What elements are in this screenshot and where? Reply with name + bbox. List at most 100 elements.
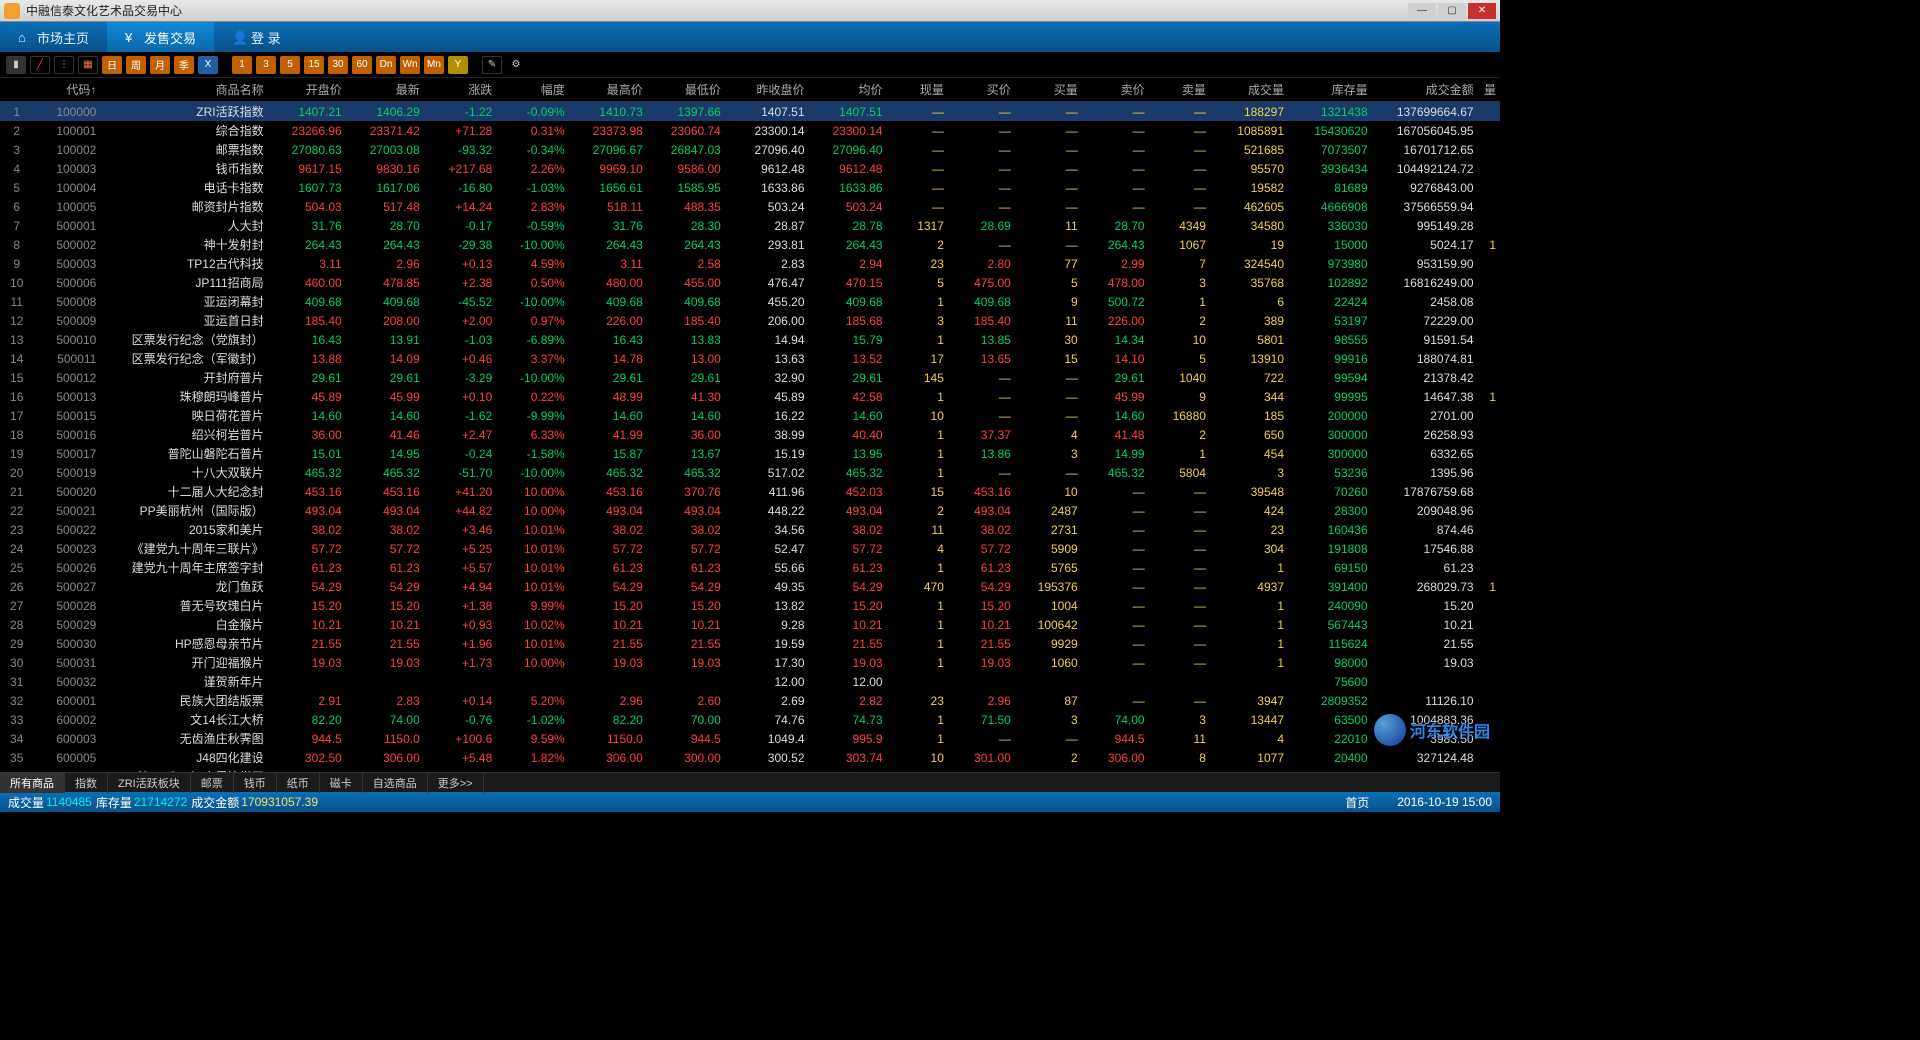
table-row[interactable]: 31500032谨贺新年片12.0012.0075600 [0,672,1500,691]
table-row[interactable]: 10500006JP111招商局460.00478.85+2.380.50%48… [0,273,1500,292]
col-header-14[interactable]: 卖价 [1082,78,1149,102]
table-row[interactable]: 34600003无齿渔庄秋霁图944.51150.0+100.69.59%115… [0,729,1500,748]
period-1-button[interactable]: 1 [232,56,252,74]
table-row[interactable]: 9500003TP12古代科技3.112.96+0.134.59%3.112.5… [0,254,1500,273]
table-row[interactable]: 1100000ZRI活跃指数1407.211406.29-1.22-0.09%1… [0,102,1500,122]
chart-grid-icon[interactable]: ▦ [78,56,98,74]
cell: — [887,178,948,197]
nav-item-0[interactable]: ⌂市场主页 [0,22,107,52]
table-row[interactable]: 4100003钱币指数9617.159830.16+217.682.26%996… [0,159,1500,178]
table-row[interactable]: 18500016绍兴柯岩普片36.0041.46+2.476.33%41.993… [0,425,1500,444]
table-row[interactable]: 3100002邮票指数27080.6327003.08-93.32-0.34%2… [0,140,1500,159]
period-15-button[interactable]: 15 [304,56,324,74]
bottom-tab-8[interactable]: 更多>> [428,773,484,793]
chart-bar-icon[interactable]: ▮ [6,56,26,74]
period-season-button[interactable]: 季 [174,56,194,74]
table-row[interactable]: 11500008亚运闭幕封409.68409.68-45.52-10.00%40… [0,292,1500,311]
table-row[interactable]: 33600002文14长江大桥82.2074.00-0.76-1.02%82.2… [0,710,1500,729]
nav-item-2[interactable]: 👤登 录 [214,22,299,52]
col-header-12[interactable]: 买价 [948,78,1015,102]
bottom-tab-6[interactable]: 磁卡 [320,773,363,793]
period-60-button[interactable]: 60 [352,56,372,74]
table-row[interactable]: 16500013珠穆朗玛峰普片45.8945.99+0.100.22%48.99… [0,387,1500,406]
table-row[interactable]: 29500030HP感恩母亲节片21.5521.55+1.9610.01%21.… [0,634,1500,653]
period-30-button[interactable]: 30 [328,56,348,74]
table-row[interactable]: 2100001综合指数23266.9623371.42+71.280.31%23… [0,121,1500,140]
col-header-17[interactable]: 库存量 [1288,78,1372,102]
col-header-6[interactable]: 幅度 [496,78,568,102]
cell [1478,349,1500,368]
period-y-button[interactable]: Y [448,56,468,74]
bottom-tab-7[interactable]: 自选商品 [363,773,428,793]
table-row[interactable]: 235000222015家和美片38.0238.02+3.4610.01%38.… [0,520,1500,539]
table-row[interactable]: 20500019十八大双联片465.32465.32-51.70-10.00%4… [0,463,1500,482]
period-dn-button[interactable]: Dn [376,56,396,74]
table-row[interactable]: 25500026建党九十周年主席签字封61.2361.23+5.5710.01%… [0,558,1500,577]
nav-item-1[interactable]: ¥发售交易 [107,22,214,52]
close-button[interactable]: ✕ [1468,3,1496,19]
bottom-tab-1[interactable]: 指数 [65,773,108,793]
table-row[interactable]: 24500023《建党九十周年三联片》57.7257.72+5.2510.01%… [0,539,1500,558]
col-header-10[interactable]: 均价 [809,78,887,102]
cell: 3 [0,140,33,159]
table-row[interactable]: 14500011区票发行纪念（军徽封）13.8814.09+0.463.37%1… [0,349,1500,368]
col-header-3[interactable]: 开盘价 [268,78,346,102]
col-header-7[interactable]: 最高价 [569,78,647,102]
col-header-15[interactable]: 卖量 [1149,78,1210,102]
bottom-tab-2[interactable]: ZRI活跃板块 [108,773,191,793]
bottom-tab-0[interactable]: 所有商品 [0,773,65,793]
col-header-2[interactable]: 商品名称 [100,78,267,102]
edit-icon[interactable]: ✎ [482,56,502,74]
table-row[interactable]: 30500031开门迎福猴片19.0319.03+1.7310.00%19.03… [0,653,1500,672]
table-row[interactable]: 22500021PP美丽杭州（国际版）493.04493.04+44.8210.… [0,501,1500,520]
period-week-button[interactable]: 周 [126,56,146,74]
table-row[interactable]: 36600006特74（8-2）向雷锋学习154680.0154680.0+18… [0,767,1500,772]
period-day-button[interactable]: 日 [102,56,122,74]
col-header-19[interactable]: 量 [1478,78,1500,102]
table-row[interactable]: 19500017普陀山磐陀石普片15.0114.95-0.24-1.58%15.… [0,444,1500,463]
col-header-13[interactable]: 买量 [1015,78,1082,102]
col-header-9[interactable]: 昨收盘价 [725,78,809,102]
status-extra[interactable]: 首页 [1345,794,1369,811]
table-row[interactable]: 26500027龙门鱼跃54.2954.29+4.9410.01%54.2954… [0,577,1500,596]
table-row[interactable]: 21500020十二届人大纪念封453.16453.16+41.2010.00%… [0,482,1500,501]
gear-icon[interactable]: ⚙ [506,56,526,74]
table-row[interactable]: 5100004电话卡指数1607.731617.06-16.80-1.03%16… [0,178,1500,197]
table-row[interactable]: 28500029白金猴片10.2110.21+0.9310.02%10.2110… [0,615,1500,634]
table-row[interactable]: 15500012开封府普片29.6129.61-3.29-10.00%29.61… [0,368,1500,387]
chart-candle-icon[interactable]: ⋮ [54,56,74,74]
col-header-18[interactable]: 成交金额 [1372,78,1478,102]
col-header-5[interactable]: 涨跌 [424,78,496,102]
col-header-16[interactable]: 成交量 [1210,78,1288,102]
col-header-1[interactable]: 代码↑ [33,78,100,102]
bottom-tab-5[interactable]: 纸币 [277,773,320,793]
bottom-tab-3[interactable]: 邮票 [191,773,234,793]
table-row[interactable]: 13500010区票发行纪念（党旗封）16.4313.91-1.03-6.89%… [0,330,1500,349]
table-row[interactable]: 8500002神十发射封264.43264.43-29.38-10.00%264… [0,235,1500,254]
bottom-tabs: 所有商品指数ZRI活跃板块邮票钱币纸币磁卡自选商品更多>> [0,772,1500,792]
col-header-4[interactable]: 最新 [346,78,424,102]
period-5-button[interactable]: 5 [280,56,300,74]
col-header-0[interactable] [0,78,33,102]
bottom-tab-4[interactable]: 钱币 [234,773,277,793]
maximize-button[interactable]: ▢ [1438,3,1466,19]
cell: 61.23 [948,558,1015,577]
minimize-button[interactable]: — [1408,3,1436,19]
period-3-button[interactable]: 3 [256,56,276,74]
table-row[interactable]: 7500001人大封31.7628.70-0.17-0.59%31.7628.3… [0,216,1500,235]
period-mn-button[interactable]: Mn [424,56,444,74]
table-row[interactable]: 27500028普无号玫瑰白片15.2015.20+1.389.99%15.20… [0,596,1500,615]
table-row[interactable]: 32600001民族大团结版票2.912.83+0.145.20%2.962.6… [0,691,1500,710]
period-month-button[interactable]: 月 [150,56,170,74]
period-wn-button[interactable]: Wn [400,56,420,74]
chart-line-icon[interactable]: ╱ [30,56,50,74]
table-row[interactable]: 17500015映日荷花普片14.6014.60-1.62-9.99%14.60… [0,406,1500,425]
col-header-8[interactable]: 最低价 [647,78,725,102]
table-row[interactable]: 6100005邮资封片指数504.03517.48+14.242.83%518.… [0,197,1500,216]
col-header-11[interactable]: 现量 [887,78,948,102]
cell: 20400 [1288,748,1372,767]
period-x-button[interactable]: X [198,56,218,74]
table-row[interactable]: 12500009亚运首日封185.40208.00+2.000.97%226.0… [0,311,1500,330]
table-row[interactable]: 35600005J48四化建设302.50306.00+5.481.82%306… [0,748,1500,767]
cell: 35768 [1210,273,1288,292]
